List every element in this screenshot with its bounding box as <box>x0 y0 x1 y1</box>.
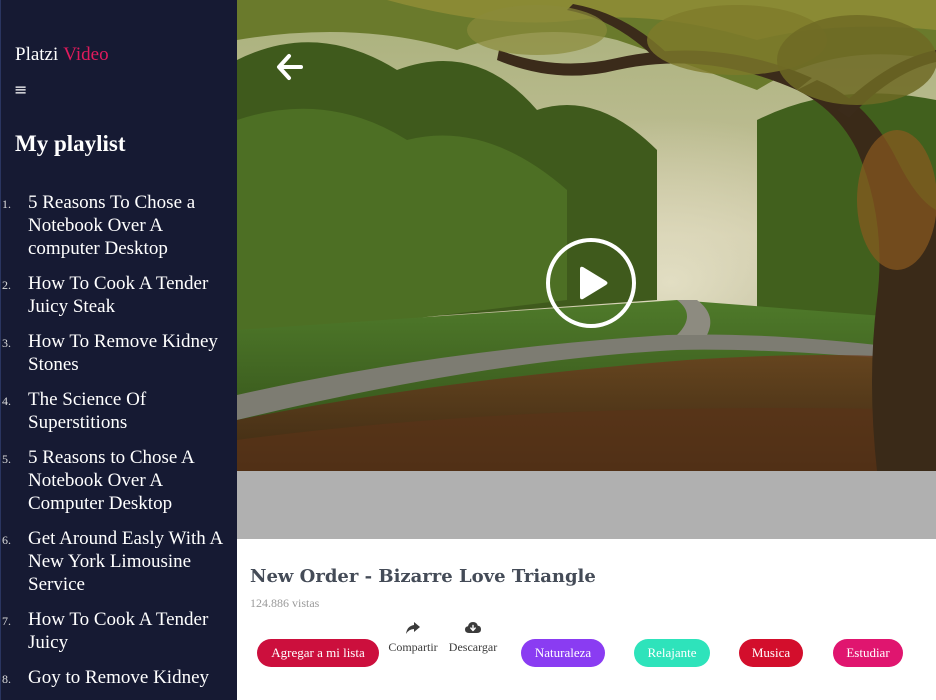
playlist-item[interactable]: 1. 5 Reasons To Chose a Notebook Over A c… <box>1 191 237 260</box>
share-button[interactable]: Compartir <box>385 622 441 655</box>
playlist-item[interactable]: 6. Get Around Easly With A New York Limou… <box>1 527 237 596</box>
video-controls-bar <box>237 471 936 539</box>
playlist-item[interactable]: 7. How To Cook A Tender Juicy <box>1 608 237 654</box>
tag-naturaleza[interactable]: Naturaleza <box>521 639 605 667</box>
playlist: 1. 5 Reasons To Chose a Notebook Over A c… <box>1 191 237 700</box>
playlist-item[interactable]: 3. How To Remove Kidney Stones <box>1 330 237 376</box>
brand-logo[interactable]: Platzi Video <box>15 44 109 66</box>
hamburger-icon[interactable]: ≡ <box>14 80 27 99</box>
playlist-title: My playlist <box>15 131 126 156</box>
view-count: 124.886 vistas <box>250 596 320 610</box>
playlist-item-number: 4. <box>2 394 11 408</box>
share-label: Compartir <box>388 640 438 654</box>
tag-estudiar[interactable]: Estudiar <box>833 639 903 667</box>
playlist-item-title: How To Cook A Tender Juicy <box>28 609 209 653</box>
playlist-item-number: 1. <box>2 197 11 211</box>
playlist-item-title: 5 Reasons To Chose a Notebook Over A com… <box>28 192 196 259</box>
playlist-item-title: How To Cook A Tender Juicy Steak <box>28 273 209 317</box>
playlist-item[interactable]: 2. How To Cook A Tender Juicy Steak <box>1 272 237 318</box>
arrow-left-icon[interactable] <box>275 53 303 81</box>
video-player[interactable] <box>237 0 936 471</box>
add-to-list-button[interactable]: Agregar a mi lista <box>257 639 379 667</box>
playlist-item-title: 5 Reasons to Chose A Notebook Over A Com… <box>28 447 194 514</box>
playlist-item-number: 5. <box>2 452 11 466</box>
playlist-item-title: How To Remove Kidney Stones <box>28 331 218 375</box>
playlist-item[interactable]: 5. 5 Reasons to Chose A Notebook Over A C… <box>1 446 237 515</box>
playlist-item-title: Get Around Easly With A New York Limousi… <box>28 528 223 595</box>
playlist-item-number: 6. <box>2 533 11 547</box>
sidebar: Platzi Video ≡ My playlist 1. 5 Reasons To… <box>0 0 237 700</box>
playlist-item-number: 3. <box>2 336 11 350</box>
video-thumbnail <box>237 0 936 471</box>
download-button[interactable]: Descargar <box>445 622 501 655</box>
playlist-item[interactable]: 4. The Science Of Superstitions <box>1 388 237 434</box>
download-label: Descargar <box>448 640 498 654</box>
playlist-item[interactable]: 8. Goy to Remove Kidney <box>1 666 237 691</box>
tag-relajante[interactable]: Relajante <box>634 639 710 667</box>
playlist-item-number: 2. <box>2 278 11 292</box>
playlist-item-title: Goy to Remove Kidney <box>28 667 210 688</box>
cloud-download-icon <box>465 622 481 633</box>
playlist-item-number: 8. <box>2 672 11 686</box>
video-title: New Order - Bizarre Love Triangle <box>250 566 596 587</box>
playlist-item-title: The Science Of Superstitions <box>28 389 147 433</box>
play-icon[interactable] <box>545 237 637 329</box>
playlist-item-number: 7. <box>2 614 11 628</box>
share-icon <box>406 622 420 634</box>
brand-logo-video: Video <box>63 44 109 65</box>
tag-musica[interactable]: Musica <box>739 639 803 667</box>
brand-logo-platzi: Platzi <box>15 44 59 65</box>
